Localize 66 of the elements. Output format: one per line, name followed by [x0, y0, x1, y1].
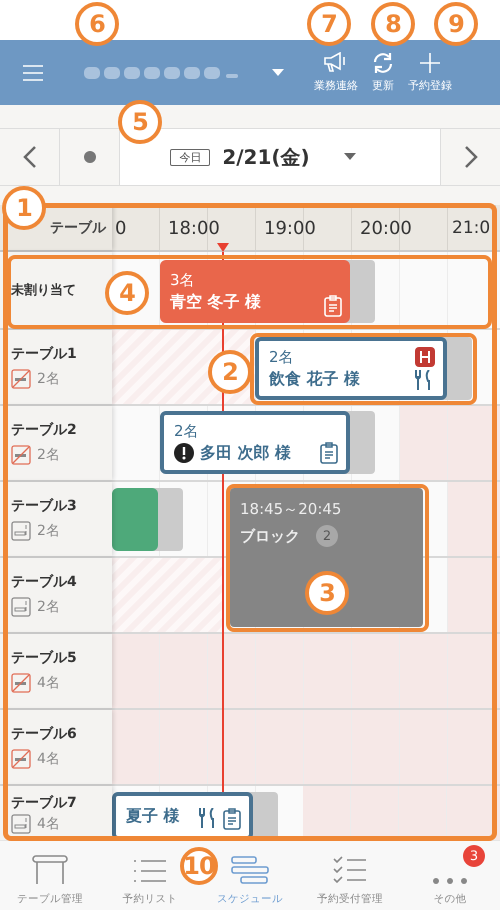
- caret-icon[interactable]: [272, 68, 284, 76]
- table-row-header[interactable]: テーブル2 2名: [0, 406, 112, 480]
- time-label: 21:0: [452, 218, 490, 238]
- caret-icon: [344, 153, 356, 161]
- table-row-header[interactable]: テーブル5 4名: [0, 634, 112, 708]
- dot-icon: [84, 151, 96, 163]
- tab-bar-item[interactable]: 予約受付管理: [317, 841, 383, 910]
- table-row-header[interactable]: テーブル1 2名: [0, 330, 112, 404]
- list-icon: [133, 858, 167, 884]
- checklist-icon: [333, 856, 367, 884]
- party-size: 3名: [170, 270, 196, 290]
- capacity-text: 2名: [37, 370, 60, 388]
- guest-name: 多田 次郎 様: [200, 442, 292, 464]
- table-name: テーブル6: [11, 725, 78, 743]
- callout-number: 8: [371, 2, 415, 46]
- menu-icon[interactable]: [22, 64, 44, 80]
- date-picker[interactable]: 今日 2/21(金): [120, 129, 440, 185]
- today-badge: 今日: [170, 148, 210, 166]
- capacity-text: 4名: [37, 674, 60, 692]
- chevron-right-icon: [464, 145, 478, 169]
- callout-number: 9: [434, 2, 478, 46]
- table-row-header[interactable]: テーブル6 4名: [0, 710, 112, 784]
- block-label: ブロック: [240, 526, 300, 546]
- refresh-icon: [372, 52, 394, 74]
- capacity-text: 2名: [37, 522, 60, 540]
- tab-bar-item[interactable]: その他 3: [415, 841, 485, 910]
- table-name: テーブル7: [11, 794, 78, 812]
- callout-number: 6: [75, 2, 119, 46]
- capacity-text: 4名: [37, 815, 60, 833]
- toolbar-button[interactable]: 業務連絡: [308, 52, 364, 93]
- tab-bar-item[interactable]: 予約リスト: [122, 841, 178, 910]
- time-label: 18:00: [168, 218, 220, 239]
- callout-number: 7: [307, 2, 351, 46]
- table-name: テーブル3: [11, 497, 78, 515]
- time-label: 19:00: [264, 218, 316, 239]
- capacity-text: 2名: [37, 598, 60, 616]
- tab-bar-item[interactable]: テーブル管理: [17, 841, 83, 910]
- guest-name: 青空 冬子 様: [170, 292, 262, 312]
- time-label: 0: [115, 218, 126, 239]
- party-size: 2名: [269, 348, 295, 366]
- table-name: テーブル2: [11, 421, 78, 439]
- plus-icon: [419, 52, 441, 74]
- chevron-left-icon: [22, 145, 36, 169]
- schedule-icon: [231, 856, 269, 884]
- time-label: 20:00: [360, 218, 412, 239]
- capacity-text: 4名: [37, 750, 60, 768]
- toolbar-button[interactable]: 更新: [366, 52, 400, 93]
- row-label: 未割り当て: [11, 282, 77, 299]
- stool-icon: [31, 854, 69, 884]
- count-badge: 2: [316, 525, 338, 547]
- party-size: 2名: [174, 422, 200, 440]
- reservation-card[interactable]: 2名 飲食 花子 様: [255, 337, 447, 400]
- capacity-text: 2名: [37, 446, 60, 464]
- reservation-card[interactable]: 3名 青空 冬子 様: [160, 260, 350, 323]
- table-row-header[interactable]: テーブル3 2名: [0, 482, 112, 556]
- toolbar-button[interactable]: 予約登録: [402, 52, 458, 93]
- table-name: テーブル4: [11, 573, 78, 591]
- notification-badge: 3: [463, 845, 485, 867]
- table-name: テーブル5: [11, 649, 78, 667]
- table-row-header[interactable]: テーブル4 2名: [0, 558, 112, 632]
- reservation-card[interactable]: 2名 多田 次郎 様: [160, 411, 350, 474]
- guest-name: 飲食 花子 様: [269, 368, 360, 390]
- more-icon: [433, 878, 467, 884]
- guest-name: 夏子 様: [126, 806, 180, 826]
- block-time: 18:45～20:45: [240, 500, 342, 519]
- table-name: テーブル1: [11, 345, 78, 363]
